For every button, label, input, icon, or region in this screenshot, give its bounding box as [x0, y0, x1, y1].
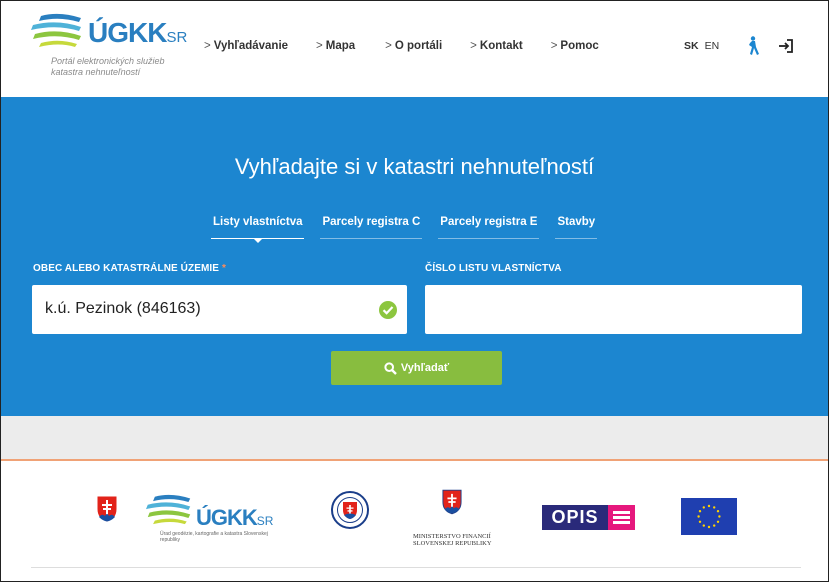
tab-stavby[interactable]: Stavby — [555, 216, 598, 239]
logo-stripes-icon — [146, 494, 191, 525]
site-header: ÚGKKSR Portál elektronických služieb kat… — [1, 1, 828, 97]
search-hero: Vyhľadajte si v katastri nehnuteľností L… — [1, 97, 828, 416]
ministry-of-finance-logo[interactable]: MINISTERSTVO FINANCIÍ SLOVENSKEJ REPUBLI… — [413, 489, 513, 549]
browser-viewport: ÚGKKSR Portál elektronických služieb kat… — [0, 0, 829, 582]
search-icon — [384, 361, 397, 375]
chevron-right-icon: > — [550, 40, 558, 52]
territory-input-value: k.ú. Pezinok (846163) — [45, 300, 201, 317]
tab-parcely-c[interactable]: Parcely registra C — [320, 216, 423, 239]
territory-input[interactable]: k.ú. Pezinok (846163) — [32, 285, 407, 334]
tab-parcely-e[interactable]: Parcely registra E — [438, 216, 540, 239]
login-icon[interactable] — [778, 38, 794, 54]
lang-sk[interactable]: SK — [684, 40, 699, 52]
language-switcher: SK EN — [684, 40, 725, 52]
check-circle-icon — [379, 301, 397, 319]
opis-logo[interactable]: OPIS — [542, 505, 635, 530]
logo-wordmark: ÚGKKSR — [88, 17, 188, 48]
ugkk-partner-wordmark: ÚGKKSR — [196, 505, 274, 530]
chevron-right-icon: > — [204, 40, 211, 52]
nav-kontakt[interactable]: > Kontakt — [470, 40, 523, 52]
eu-flag-icon[interactable] — [681, 498, 737, 535]
required-mark: * — [221, 263, 226, 274]
logo-stripes-icon — [31, 13, 81, 47]
search-button[interactable]: Vyhľadať — [331, 351, 502, 385]
territory-label: OBEC ALEBO KATASTRÁLNE ÚZEMIE * — [33, 263, 226, 274]
nav-mapa[interactable]: > Mapa — [316, 40, 355, 52]
gray-band — [1, 416, 828, 459]
main-nav: > Vyhľadávanie > Mapa > O portáli > Kontakt … — [204, 40, 627, 52]
footer-divider — [31, 567, 801, 568]
partner-logos: ÚGKKSR Úrad geodézie, kartografie a kata… — [1, 461, 828, 571]
nav-o-portali[interactable]: > O portáli — [385, 40, 442, 52]
tab-listy-vlastnictva[interactable]: Listy vlastníctva — [211, 216, 305, 243]
chevron-right-icon: > — [470, 40, 477, 52]
nav-pomoc[interactable]: > Pomoc — [551, 40, 599, 52]
ministry-text: MINISTERSTVO FINANCIÍ SLOVENSKEJ REPUBLI… — [413, 533, 492, 547]
ugkk-partner-subtitle: Úrad geodézie, kartografie a katastra Sl… — [160, 531, 268, 543]
hero-title: Vyhľadajte si v katastri nehnuteľností — [234, 154, 595, 179]
government-seal-icon[interactable] — [331, 491, 369, 529]
chevron-right-icon: > — [316, 40, 323, 52]
chevron-right-icon: > — [385, 40, 392, 52]
ownership-number-label: ČÍSLO LISTU VLASTNÍCTVA — [425, 263, 562, 274]
opis-pink-block — [608, 505, 635, 530]
logo-subtitle: Portál elektronických služieb katastra n… — [51, 56, 165, 77]
search-button-label: Vyhľadať — [400, 362, 450, 374]
lang-en[interactable]: EN — [705, 40, 720, 52]
nav-vyhladavanie[interactable]: > Vyhľadávanie — [204, 40, 288, 52]
opis-wordmark: OPIS — [542, 505, 608, 530]
accessibility-icon[interactable] — [746, 36, 760, 56]
ownership-number-input[interactable] — [425, 285, 802, 334]
ugkk-logo[interactable]: ÚGKKSR Portál elektronických služieb kat… — [31, 13, 187, 91]
slovak-coat-of-arms-icon — [442, 489, 462, 515]
ugkk-partner-logo[interactable]: ÚGKKSR Úrad geodézie, kartografie a kata… — [146, 493, 276, 543]
search-tabs: Listy vlastníctva Parcely registra C Par… — [211, 216, 613, 243]
slovak-coat-of-arms-icon[interactable] — [96, 495, 118, 523]
